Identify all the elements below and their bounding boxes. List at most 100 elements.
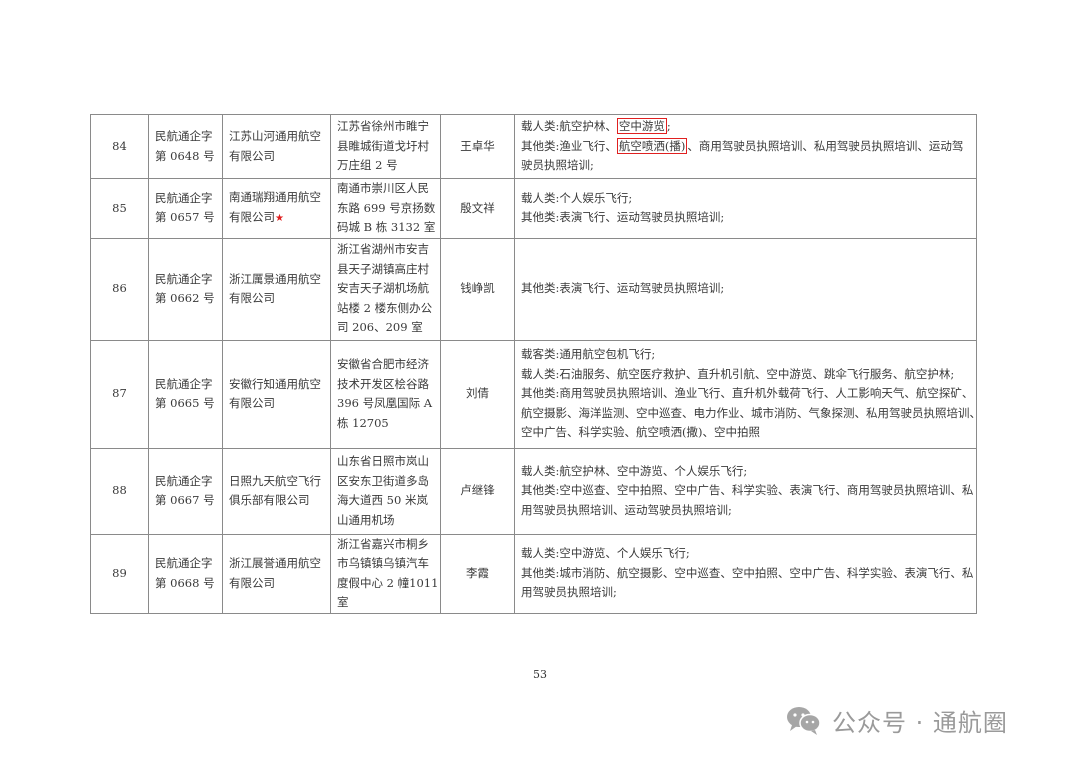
scope-line: 空中广告、科学实验、航空喷洒(撒)、空中拍照 <box>521 423 970 443</box>
business-scope: 载客类:通用航空包机飞行; 载人类:石油服务、航空医疗救护、直升机引航、空中游览、… <box>514 339 981 449</box>
address-line: 山通用机场 <box>337 512 395 527</box>
certificate-line: 民航通企字 <box>155 556 213 570</box>
scope-line: 其他类:空中巡查、空中拍照、空中广告、科学实验、表演飞行、商用驾驶员执照培训、私 <box>521 481 973 501</box>
scope-segment: 载人类:航空护林、 <box>521 119 617 134</box>
address-line: 县天子湖镇高庄村 <box>337 261 429 276</box>
certificate-line: 民航通企字 <box>155 190 213 205</box>
certificate-number: 民航通企字第 0668 号 <box>148 533 223 614</box>
scope-segment: 载人类:空中游览、个人娱乐飞行; <box>521 546 690 561</box>
star-icon: ★ <box>275 212 284 224</box>
address-line: 区安东卫街道多岛 <box>337 473 429 488</box>
company-name: 江苏山河通用航空 有限公司 <box>222 114 331 179</box>
scope-segment: 其他类:城市消防、航空摄影、空中巡查、空中拍照、空中广告、科学实验、表演飞行、私 <box>521 565 974 580</box>
company-line: 有限公司 <box>229 291 275 305</box>
company-line: 江苏山河通用航空 <box>229 129 321 143</box>
address: 山东省日照市岚山 区安东卫街道多岛 海大道西 50 米岚 山通用机场 <box>330 447 441 535</box>
address-line: 江苏省徐州市睢宁 <box>337 119 429 134</box>
row-number: 89 <box>90 533 149 614</box>
scope-segment: 其他类:表演飞行、运动驾驶员执照培训; <box>521 281 725 296</box>
scope-line: 载人类:航空护林、 空中游览; <box>521 117 970 137</box>
address-line: 山东省日照市岚山 <box>337 454 429 468</box>
company-name: 浙江厲景通用航空 有限公司 <box>222 237 331 341</box>
legal-representative: 钱峥凯 <box>440 237 515 341</box>
certificate-line: 第 0667 号 <box>155 493 215 507</box>
scope-segment: 其他类:商用驾驶员执照培训、渔业飞行、直升机外载荷飞行、人工影响天气、航空探矿、 <box>521 386 974 401</box>
address-line: 万庄组 2 号 <box>337 158 398 173</box>
certificate-line: 民航通企字 <box>155 129 213 143</box>
certificate-line: 民航通企字 <box>155 271 213 286</box>
certificate-line: 第 0662 号 <box>155 291 215 305</box>
company-line: 日照九天航空飞行 <box>229 473 321 488</box>
address-line: 海大道西 50 米岚 <box>337 493 428 507</box>
company-name: 安徽行知通用航空 有限公司 <box>222 339 331 449</box>
company-line: 浙江展誉通用航空 <box>229 556 321 570</box>
scope-line: 载人类:石油服务、航空医疗救护、直升机引航、空中游览、跳伞飞行服务、航空护林; <box>521 365 970 385</box>
address-line: 浙江省嘉兴市桐乡 <box>337 536 429 551</box>
page-number: 53 <box>533 668 547 681</box>
certificate-line: 民航通企字 <box>155 473 213 488</box>
highlighted-scope: 空中游览 <box>616 118 667 135</box>
scope-line: 其他类:表演飞行、运动驾驶员执照培训; <box>521 279 970 299</box>
address-line: 396 号凤凰国际 A <box>337 396 433 410</box>
address: 浙江省嘉兴市桐乡 市乌镇镇乌镇汽车 度假中心 2 幢1011 室 <box>330 533 441 614</box>
address-line: 县睢城街道戈圩村 <box>337 138 429 153</box>
company-name: 浙江展誉通用航空 有限公司 <box>222 533 331 614</box>
certificate-number: 民航通企字第 0667 号 <box>148 447 223 535</box>
address: 浙江省湖州市安吉 县天子湖镇高庄村 安吉天子湖机场航 站楼 2 楼东侧办公司 206、… <box>330 237 441 341</box>
certificate-line: 第 0648 号 <box>155 148 215 163</box>
legal-representative: 刘倩 <box>440 339 515 449</box>
address: 南通市崇川区人民 东路 699 号京扬数 码城 B 栋 3132 室 <box>330 178 441 239</box>
company-name: 日照九天航空飞行 俱乐部有限公司 <box>222 447 331 535</box>
business-scope: 载人类:航空护林、 空中游览; 其他类:渔业飞行、 航空喷洒(播) 、商用驾驶员执照培训… <box>514 114 977 179</box>
legal-representative: 李霞 <box>440 533 515 614</box>
scope-line: 用驾驶员执照培训、运动驾驶员执照培训; <box>521 501 970 521</box>
scope-line: 载人类:空中游览、个人娱乐飞行; <box>521 544 970 564</box>
scope-segment: 航空摄影、海洋监测、空中巡查、电力作业、城市消防、气象探测、私用驾驶员执照培训、 <box>521 405 981 420</box>
address-line: 市乌镇镇乌镇汽车 <box>337 556 429 570</box>
legal-representative: 王卓华 <box>440 114 515 179</box>
company-line: 浙江厲景通用航空 <box>229 271 321 286</box>
scope-segment: 载客类:通用航空包机飞行; <box>521 347 656 362</box>
company-line: 有限公司 <box>229 209 275 224</box>
company-name: 南通瑞翔通用航空 有限公司★ <box>222 178 331 239</box>
scope-segment: 其他类:表演飞行、运动驾驶员执照培训; <box>521 210 725 225</box>
scope-line: 其他类:表演飞行、运动驾驶员执照培训; <box>521 208 970 228</box>
company-line: 有限公司 <box>229 575 275 590</box>
certificate-line: 第 0668 号 <box>155 575 215 590</box>
certificate-number: 民航通企字第 0662 号 <box>148 237 223 341</box>
company-line: 有限公司★ <box>229 208 324 229</box>
scope-segment: 载人类:航空护林、空中游览、个人娱乐飞行; <box>521 463 748 478</box>
address-line: 度假中心 2 幢1011 <box>337 575 439 590</box>
highlighted-scope: 航空喷洒(播) <box>616 137 688 154</box>
scope-line: 载人类:个人娱乐飞行; <box>521 189 970 209</box>
scope-line: 载客类:通用航空包机飞行; <box>521 345 970 365</box>
certificate-line: 第 0657 号 <box>155 210 215 225</box>
certificate-line: 民航通企字 <box>155 376 213 391</box>
scope-segment: 用驾驶员执照培训; <box>521 585 617 600</box>
address-line: 安徽省合肥市经济 <box>337 357 429 371</box>
address-line: 码城 B 栋 3132 室 <box>337 220 436 234</box>
scope-segment: 驶员执照培训; <box>521 158 594 173</box>
address-line: 室 <box>337 595 349 609</box>
scope-line: 其他类:商用驾驶员执照培训、渔业飞行、直升机外载荷飞行、人工影响天气、航空探矿、 <box>521 384 974 404</box>
table-row: 84 民航通企字第 0648 号江苏山河通用航空 有限公司 江苏省徐州市睢宁 县睢城街道… <box>90 114 977 179</box>
table-row: 87 民航通企字第 0665 号安徽行知通用航空 有限公司 安徽省合肥市经济 技术开发区… <box>90 339 981 449</box>
business-scope: 其他类:表演飞行、运动驾驶员执照培训; <box>514 237 977 341</box>
certificate-number: 民航通企字第 0648 号 <box>148 114 223 179</box>
scope-segment: 空中广告、科学实验、航空喷洒(撒)、空中拍照 <box>521 425 760 440</box>
address-line: 栋 12705 <box>337 415 389 430</box>
company-line: 安徽行知通用航空 <box>229 376 321 391</box>
certificate-number: 民航通企字第 0657 号 <box>148 178 223 239</box>
licence-table: 84 民航通企字第 0648 号江苏山河通用航空 有限公司 江苏省徐州市睢宁 县睢城街道… <box>90 114 981 614</box>
scope-line: 驶员执照培训; <box>521 156 970 176</box>
watermark: 公众号 · 通航圈 <box>784 703 1008 737</box>
certificate-number: 民航通企字第 0665 号 <box>148 339 223 449</box>
address-line: 安吉天子湖机场航 <box>337 281 429 296</box>
company-line: 南通瑞翔通用航空 <box>229 190 321 205</box>
scope-line: 航空摄影、海洋监测、空中巡查、电力作业、城市消防、气象探测、私用驾驶员执照培训、 <box>521 404 981 424</box>
company-line: 俱乐部有限公司 <box>229 493 310 507</box>
table-row: 86 民航通企字第 0662 号浙江厲景通用航空 有限公司 浙江省湖州市安吉 县天子湖镇… <box>90 237 977 341</box>
scope-segment: 其他类:渔业飞行、 <box>521 138 617 153</box>
scope-segment: 载人类:石油服务、航空医疗救护、直升机引航、空中游览、跳伞飞行服务、航空护林; <box>521 366 955 381</box>
address-line: 南通市崇川区人民 <box>337 181 429 195</box>
